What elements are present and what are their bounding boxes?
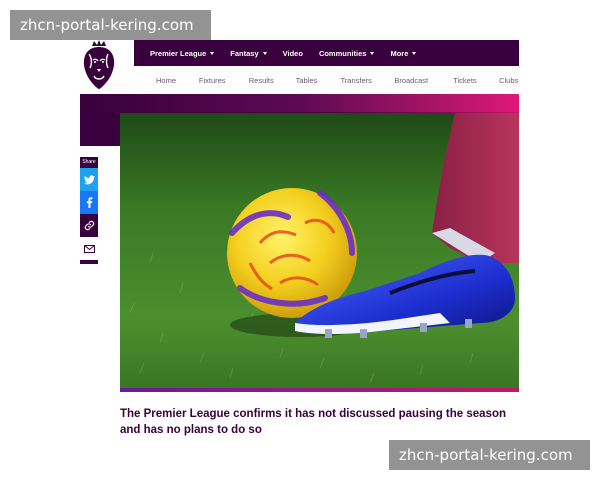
- subnav-fixtures[interactable]: Fixtures: [199, 76, 249, 85]
- sub-navigation: Home Fixtures Results Tables Transfers B…: [134, 66, 519, 94]
- chevron-down-icon: [370, 51, 375, 55]
- nav-communities[interactable]: Communities: [319, 49, 375, 58]
- email-share-button[interactable]: [80, 237, 98, 260]
- nav-fantasy[interactable]: Fantasy: [230, 48, 267, 58]
- chevron-down-icon: [412, 51, 417, 55]
- chevron-down-icon: [210, 51, 215, 55]
- nav-video[interactable]: Video: [283, 49, 303, 58]
- share-bar: Share: [80, 157, 98, 264]
- article-hero-image: [120, 113, 519, 390]
- nav-communities-label: Communities: [318, 48, 367, 58]
- image-accent-bar: [120, 388, 519, 392]
- share-label: Share: [80, 157, 98, 168]
- twitter-share-button[interactable]: [80, 168, 98, 191]
- subnav-results[interactable]: Results: [249, 76, 296, 85]
- copy-link-button[interactable]: [80, 214, 98, 237]
- nav-premier-league[interactable]: Premier League: [150, 48, 215, 58]
- link-icon: [84, 220, 94, 231]
- subnav-clubs[interactable]: Clubs: [499, 76, 519, 85]
- top-navigation: Premier League Fantasy Video Communities…: [134, 40, 519, 66]
- subnav-home[interactable]: Home: [156, 76, 199, 85]
- subnav-tables[interactable]: Tables: [296, 76, 341, 85]
- subnav-broadcast[interactable]: Broadcast: [394, 76, 453, 85]
- nav-premier-league-label: Premier League: [150, 48, 207, 58]
- nav-more-label: More: [390, 48, 409, 58]
- watermark-bottom: zhcn-portal-kering.com: [389, 440, 590, 470]
- email-icon: [83, 244, 95, 253]
- facebook-icon: [86, 197, 92, 208]
- subnav-transfers[interactable]: Transfers: [340, 76, 394, 85]
- nav-video-label: Video: [282, 48, 303, 58]
- watermark-top: zhcn-portal-kering.com: [10, 10, 211, 40]
- chevron-down-icon: [262, 51, 267, 55]
- facebook-share-button[interactable]: [80, 191, 98, 214]
- subnav-tickets[interactable]: Tickets: [453, 76, 499, 85]
- article-headline[interactable]: The Premier League confirms it has not d…: [120, 406, 519, 438]
- nav-more[interactable]: More: [390, 48, 417, 58]
- share-bar-end: [80, 260, 98, 264]
- nav-fantasy-label: Fantasy: [230, 48, 259, 58]
- twitter-icon: [83, 174, 95, 184]
- premier-league-lion-logo[interactable]: [80, 40, 118, 90]
